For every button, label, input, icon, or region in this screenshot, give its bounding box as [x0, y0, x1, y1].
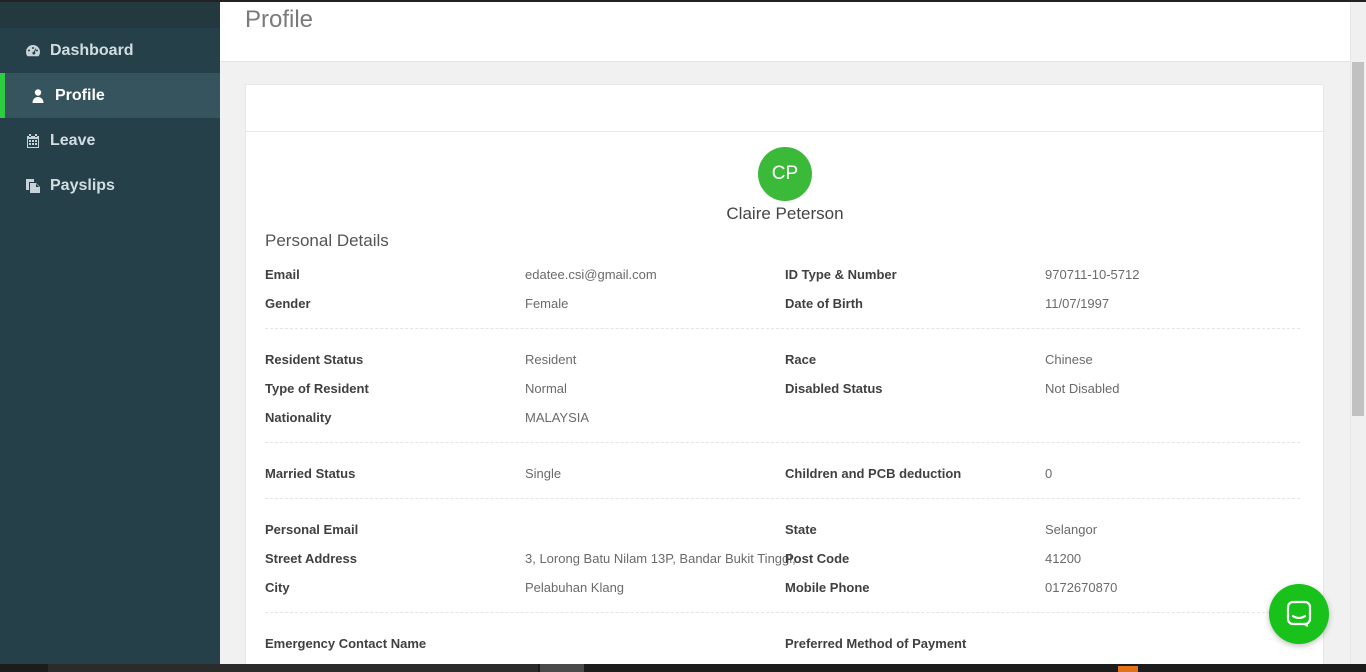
chat-launcher-button[interactable]	[1269, 584, 1329, 644]
group-divider	[265, 498, 1300, 499]
user-icon	[29, 87, 47, 105]
page-title: Profile	[245, 6, 314, 33]
sidebar-item-payslips[interactable]: Payslips	[0, 163, 220, 208]
chat-bubble-icon	[1286, 600, 1312, 627]
field-value: Resident	[525, 352, 577, 367]
field-label: State	[785, 522, 817, 537]
field-value: Single	[525, 466, 562, 481]
avatar: CP	[758, 147, 812, 201]
field-label: Emergency Contact Name	[265, 636, 427, 651]
field-label: Gender	[265, 296, 311, 311]
sidebar-item-label: Payslips	[50, 176, 115, 194]
field-value: 0	[1045, 466, 1053, 481]
field-value: 3, Lorong Batu Nilam 13P, Bandar Bukit T…	[525, 551, 796, 566]
section-title-personal-details: Personal Details	[265, 231, 389, 250]
field-value: Selangor	[1045, 522, 1098, 537]
sidebar-item-leave[interactable]: Leave	[0, 118, 220, 163]
group-divider	[265, 328, 1300, 329]
dashboard-icon	[24, 42, 42, 60]
field-value: Chinese	[1045, 352, 1093, 367]
field-label: Nationality	[265, 410, 332, 425]
os-taskbar	[0, 664, 1366, 672]
field-value: MALAYSIA	[525, 410, 590, 425]
window-top-border	[0, 0, 1366, 2]
field-label: Children and PCB deduction	[785, 466, 962, 481]
profile-name: Claire Peterson	[726, 204, 844, 223]
field-label: Email	[265, 267, 300, 282]
field-value: 0172670870	[1045, 580, 1118, 595]
field-value: Normal	[525, 381, 567, 396]
calendar-icon	[24, 132, 42, 150]
taskbar-segment	[540, 664, 584, 672]
sidebar-item-label: Profile	[55, 86, 105, 104]
profile-card-header	[246, 85, 1325, 132]
field-label: ID Type & Number	[785, 267, 897, 282]
field-value: 970711-10-5712	[1045, 267, 1140, 282]
page-header: Profile	[220, 2, 1350, 62]
sidebar-item-label: Dashboard	[50, 41, 134, 59]
field-label: Resident Status	[265, 352, 364, 367]
field-value: Pelabuhan Klang	[525, 580, 625, 595]
group-divider	[265, 612, 1300, 613]
sidebar-logo-band	[0, 2, 220, 28]
field-value: 41200	[1045, 551, 1082, 566]
field-label: Disabled Status	[785, 381, 883, 396]
field-value: Female	[525, 296, 569, 311]
group-divider	[265, 442, 1300, 443]
field-label: Type of Resident	[265, 381, 369, 396]
field-value: 11/07/1997	[1045, 296, 1110, 311]
field-value: edatee.csi@gmail.com	[525, 267, 657, 282]
sidebar-item-profile[interactable]: Profile	[0, 73, 220, 118]
copy-icon	[24, 177, 42, 195]
sidebar: Dashboard Profile Leave Payslips	[0, 0, 220, 672]
field-label: Mobile Phone	[785, 580, 870, 595]
field-label: Race	[785, 352, 817, 367]
taskbar-segment	[48, 664, 538, 672]
sidebar-nav: Dashboard Profile Leave Payslips	[0, 28, 220, 208]
field-label: Street Address	[265, 551, 357, 566]
sidebar-item-dashboard[interactable]: Dashboard	[0, 28, 220, 73]
field-label: Preferred Method of Payment	[785, 636, 967, 651]
sidebar-item-label: Leave	[50, 131, 96, 149]
taskbar-app-icon[interactable]	[1118, 666, 1138, 672]
field-label: Post Code	[785, 551, 850, 566]
field-label: Date of Birth	[785, 296, 863, 311]
scrollbar-thumb[interactable]	[1352, 62, 1364, 416]
field-value: Not Disabled	[1045, 381, 1120, 396]
field-label: Married Status	[265, 466, 356, 481]
field-label: Personal Email	[265, 522, 359, 537]
field-label: City	[265, 580, 290, 595]
